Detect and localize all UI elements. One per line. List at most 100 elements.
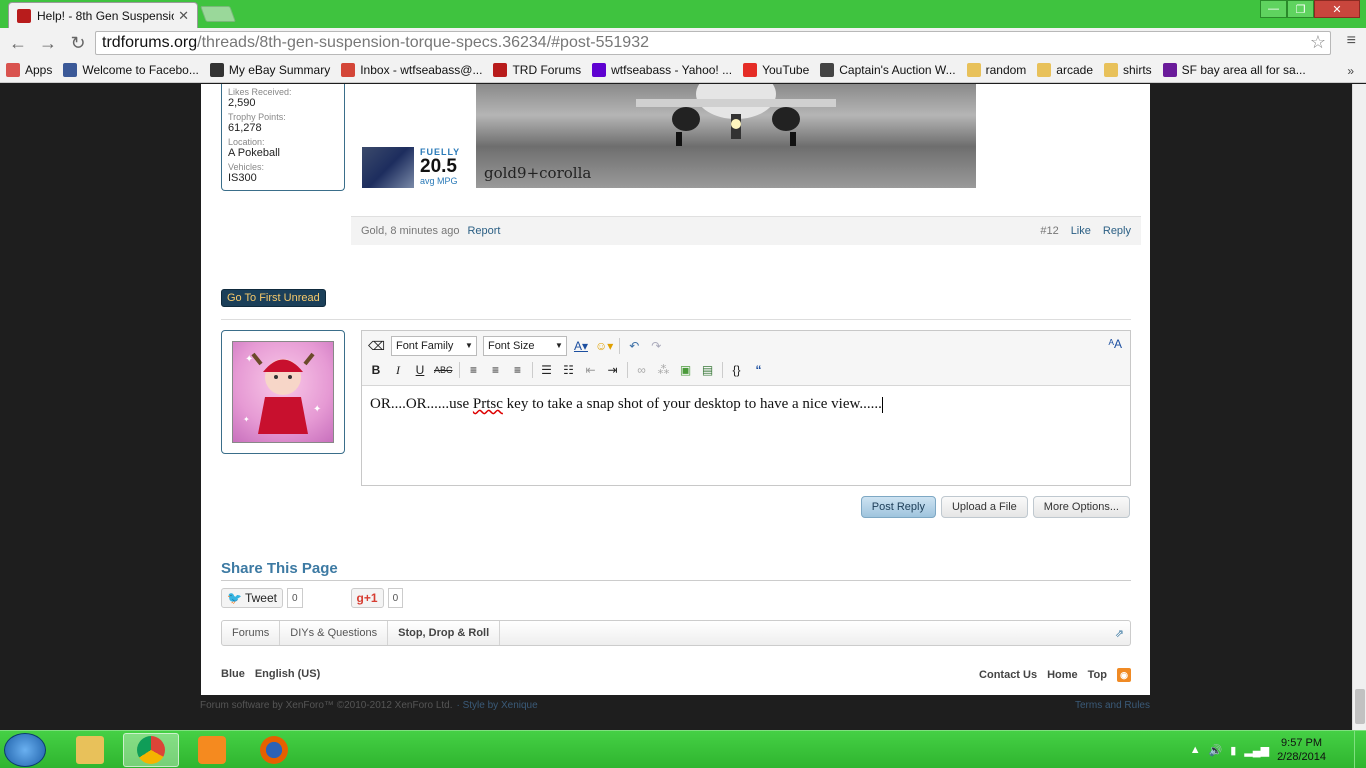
signal-icon[interactable]: ▂▄▆ (1244, 744, 1269, 757)
show-desktop-button[interactable] (1354, 731, 1366, 768)
address-bar[interactable]: trdforums.org/threads/8th-gen-suspension… (95, 31, 1331, 55)
forum-software-text[interactable]: Forum software by XenForo™ ©2010-2012 Xe… (200, 700, 453, 711)
style-by-link[interactable]: · Style by Xenique (457, 700, 538, 711)
remove-format-icon[interactable]: ⌫ (368, 339, 385, 353)
align-center-icon[interactable]: ≡ (488, 363, 504, 377)
bookmark-item[interactable]: My eBay Summary (209, 63, 330, 77)
breadcrumb-item[interactable]: Stop, Drop & Roll (388, 621, 501, 645)
bookmark-item[interactable]: YouTube (743, 63, 809, 77)
fuelly-badge[interactable]: FUELLY 20.5 avg MPG (362, 147, 476, 188)
like-link[interactable]: Like (1071, 225, 1091, 237)
home-link[interactable]: Home (1047, 669, 1078, 681)
post-number[interactable]: #12 (1040, 225, 1058, 237)
language-chooser-link[interactable]: English (US) (255, 668, 320, 682)
bookmark-item[interactable]: arcade (1037, 63, 1093, 77)
firefox-taskbar-button[interactable] (246, 733, 302, 767)
tweet-button[interactable]: 🐦 Tweet (221, 588, 283, 608)
minimize-button[interactable]: — (1260, 0, 1287, 18)
top-link[interactable]: Top (1088, 669, 1107, 681)
unlink-icon[interactable]: ⁂ (656, 363, 672, 377)
clock[interactable]: 9:57 PM 2/28/2014 (1277, 736, 1326, 764)
tab-close-icon[interactable]: ✕ (178, 8, 189, 24)
volume-icon[interactable]: 🔊 (1209, 744, 1223, 757)
avatar[interactable]: ✦ ✦ ✦ (232, 341, 334, 443)
switch-editor-icon[interactable]: ᴬA (1109, 337, 1122, 351)
quote-icon[interactable]: “ (751, 363, 767, 377)
bookmarks-more[interactable]: » (1347, 64, 1354, 78)
upload-file-button[interactable]: Upload a File (940, 496, 1028, 518)
post-reply-button[interactable]: Post Reply (860, 496, 936, 518)
align-left-icon[interactable]: ≡ (466, 363, 482, 377)
rss-icon[interactable]: ◉ (1117, 668, 1131, 682)
font-family-select[interactable]: Font Family ▼ (390, 336, 477, 356)
maximize-button[interactable]: ❐ (1287, 0, 1314, 18)
bookmark-label: Captain's Auction W... (839, 63, 956, 77)
explorer-taskbar-button[interactable] (62, 733, 118, 767)
bookmark-item[interactable]: TRD Forums (493, 63, 581, 77)
media-icon[interactable]: ▤ (700, 363, 716, 377)
toolbar-separator (626, 362, 628, 378)
bookmark-item[interactable]: SF bay area all for sa... (1162, 63, 1306, 77)
new-tab-button[interactable] (200, 6, 236, 22)
chrome-taskbar-button[interactable] (123, 733, 179, 767)
outdent-icon[interactable]: ⇤ (583, 363, 599, 377)
breadcrumb-item[interactable]: Forums (222, 621, 281, 645)
fuelly-mpg: 20.5 (420, 156, 457, 177)
bookmark-item[interactable]: random (966, 63, 1026, 77)
gplus-button[interactable]: g +1 (350, 588, 384, 608)
bookmark-label: wtfseabass - Yahoo! ... (611, 63, 733, 77)
chrome-menu-icon[interactable]: ≡ (1347, 32, 1356, 50)
report-link[interactable]: Report (467, 225, 500, 237)
reload-icon[interactable]: ↻ (66, 33, 90, 54)
bookmark-item[interactable]: Captain's Auction W... (820, 63, 956, 77)
go-to-first-unread-button[interactable]: Go To First Unread (221, 289, 326, 307)
trd-favicon-icon (17, 8, 31, 23)
breadcrumb-item[interactable]: DIYs & Questions (280, 621, 389, 645)
scrollbar-thumb[interactable] (1355, 689, 1365, 724)
bookmark-item[interactable]: shirts (1104, 63, 1152, 77)
more-options-button[interactable]: More Options... (1032, 496, 1130, 518)
strikethrough-icon[interactable]: ABC (434, 365, 453, 375)
terms-link[interactable]: Terms and Rules (1075, 700, 1150, 711)
align-right-icon[interactable]: ≡ (510, 363, 526, 377)
redo-icon[interactable]: ↷ (648, 339, 664, 353)
start-button[interactable] (4, 733, 46, 767)
car-thumbnail (362, 147, 414, 188)
power-icon[interactable]: ▮ (1230, 744, 1236, 757)
style-chooser-link[interactable]: Blue (221, 668, 245, 682)
bookmark-star-icon[interactable]: ☆ (1310, 32, 1326, 53)
undo-icon[interactable]: ↶ (626, 339, 642, 353)
page-scrollbar[interactable] (1352, 84, 1366, 730)
media-player-taskbar-button[interactable] (184, 733, 240, 767)
bookmark-item[interactable]: wtfseabass - Yahoo! ... (592, 63, 732, 77)
back-icon[interactable]: ← (6, 33, 30, 54)
image-icon[interactable]: ▣ (678, 363, 694, 377)
forward-icon[interactable]: → (36, 33, 60, 54)
tray-expand-icon[interactable]: ▲ (1190, 744, 1201, 756)
code-icon[interactable]: {} (729, 363, 745, 377)
text-color-icon[interactable]: A▾ (573, 339, 589, 353)
fuelly-unit: avg MPG (420, 176, 458, 186)
bookmark-item[interactable]: Inbox - wtfseabass@... (341, 63, 482, 77)
bookmark-item[interactable]: Welcome to Facebo... (63, 63, 199, 77)
font-size-select[interactable]: Font Size ▼ (482, 336, 567, 356)
smilie-icon[interactable]: ☺▾ (595, 339, 613, 353)
post-author-time[interactable]: Gold, 8 minutes ago (361, 225, 459, 237)
reply-link[interactable]: Reply (1103, 225, 1131, 237)
indent-icon[interactable]: ⇥ (605, 363, 621, 377)
bookmark-item[interactable]: Apps (6, 63, 52, 77)
editor-textarea[interactable]: OR....OR......use Prtsc key to take a sn… (362, 386, 1130, 423)
browser-tab-active[interactable]: Help! - 8th Gen Suspensio ✕ (8, 2, 198, 28)
numbered-list-icon[interactable]: ☷ (561, 363, 577, 377)
bold-icon[interactable]: B (368, 363, 384, 377)
bookmark-icon (966, 63, 981, 77)
link-icon[interactable]: ∞ (634, 363, 650, 377)
bookmark-label: Apps (25, 63, 53, 77)
close-window-button[interactable]: ✕ (1314, 0, 1360, 18)
contact-us-link[interactable]: Contact Us (979, 669, 1037, 681)
bullet-list-icon[interactable]: ☰ (539, 363, 555, 377)
italic-icon[interactable]: I (390, 363, 406, 378)
jump-to-icon[interactable]: ⇗ (1115, 627, 1124, 640)
bookmark-label: SF bay area all for sa... (1181, 63, 1306, 77)
underline-icon[interactable]: U (412, 363, 428, 377)
